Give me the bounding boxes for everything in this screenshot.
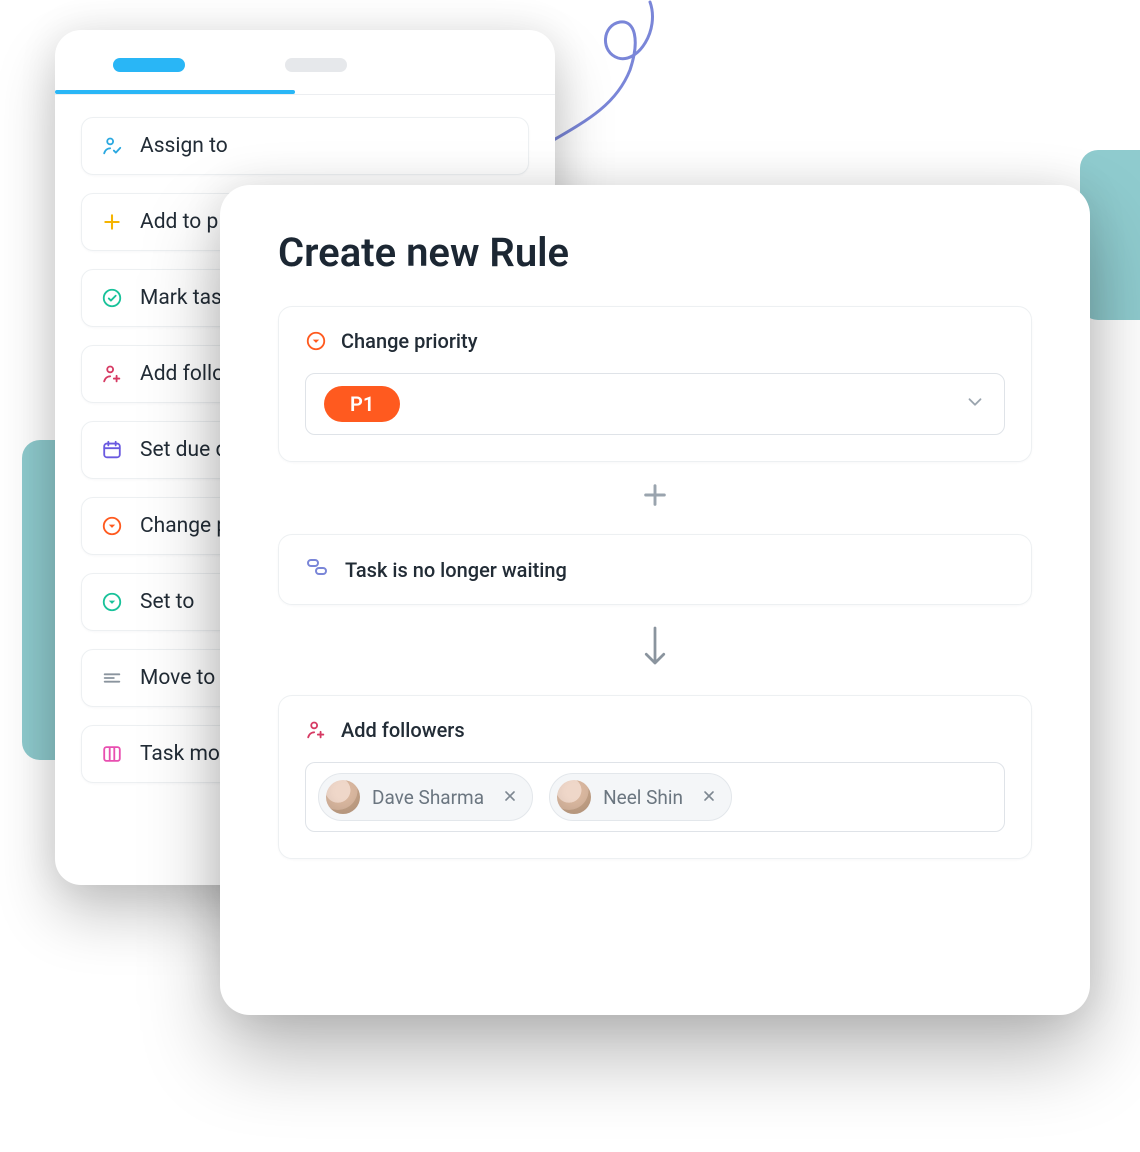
status-icon (305, 555, 329, 584)
condition-card[interactable]: Task is no longer waiting (278, 534, 1032, 605)
chevron-down-icon (964, 391, 986, 417)
priority-card: Change priority P1 (278, 306, 1032, 462)
person-check-icon (100, 134, 124, 158)
action-label: Move to (140, 666, 215, 690)
remove-follower-button[interactable] (701, 785, 717, 809)
person-add-icon (305, 719, 327, 741)
tab-active[interactable] (113, 58, 185, 72)
action-assign-to[interactable]: Assign to (81, 117, 529, 175)
followers-card-head: Add followers (305, 718, 1005, 742)
tab-inactive[interactable] (285, 58, 347, 72)
action-label: Add to p (140, 210, 218, 234)
tabs (55, 58, 555, 72)
priority-pill: P1 (324, 386, 400, 422)
action-label: Mark tas (140, 286, 222, 310)
set-to-icon (100, 590, 124, 614)
action-label: Change p (140, 514, 228, 538)
priority-label: Change priority (341, 329, 477, 353)
page-title: Create new Rule (278, 229, 1032, 276)
follower-name: Neel Shin (603, 786, 683, 809)
action-label: Set due d (140, 438, 227, 462)
follower-chip: Neel Shin (549, 773, 732, 821)
add-step-button[interactable] (278, 462, 1032, 534)
priority-icon (305, 330, 327, 352)
followers-card: Add followers Dave Sharma Neel Shin (278, 695, 1032, 859)
priority-card-head: Change priority (305, 329, 1005, 353)
action-label: Task mov (140, 742, 230, 766)
followers-label: Add followers (341, 718, 465, 742)
plus-icon (100, 210, 124, 234)
action-label: Assign to (140, 134, 228, 158)
action-label: Add follo (140, 362, 224, 386)
condition-label: Task is no longer waiting (345, 558, 567, 582)
move-icon (100, 666, 124, 690)
priority-icon (100, 514, 124, 538)
priority-select[interactable]: P1 (305, 373, 1005, 435)
remove-follower-button[interactable] (502, 785, 518, 809)
avatar (557, 780, 591, 814)
check-circle-icon (100, 286, 124, 310)
follower-name: Dave Sharma (372, 786, 484, 809)
avatar (326, 780, 360, 814)
board-icon (100, 742, 124, 766)
flow-arrow-icon (278, 605, 1032, 695)
action-label: Set to (140, 590, 194, 614)
person-add-icon (100, 362, 124, 386)
followers-input[interactable]: Dave Sharma Neel Shin (305, 762, 1005, 832)
follower-chip: Dave Sharma (318, 773, 533, 821)
create-rule-panel: Create new Rule Change priority P1 Task … (220, 185, 1090, 1015)
calendar-icon (100, 438, 124, 462)
